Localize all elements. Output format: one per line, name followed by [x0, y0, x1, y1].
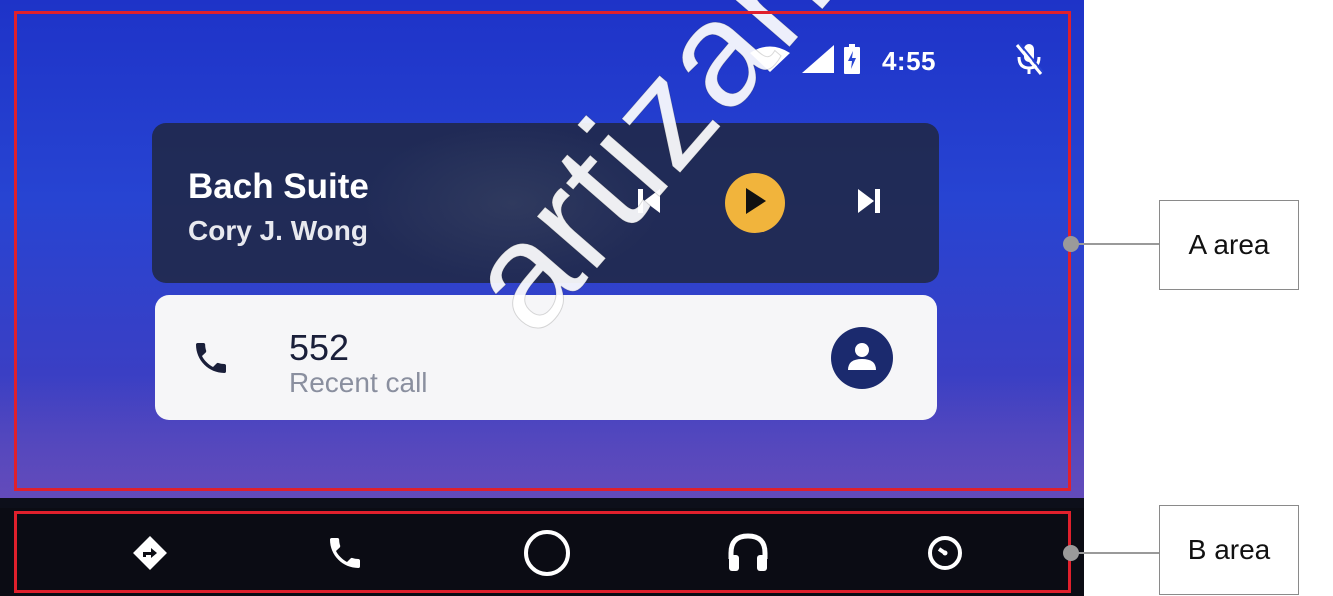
area-b-leader-line [1071, 552, 1159, 554]
area-a-leader-line [1071, 243, 1159, 245]
area-a-frame [14, 11, 1071, 491]
area-a-label: A area [1159, 200, 1299, 290]
area-b-frame [14, 511, 1071, 593]
area-b-label: B area [1159, 505, 1299, 595]
